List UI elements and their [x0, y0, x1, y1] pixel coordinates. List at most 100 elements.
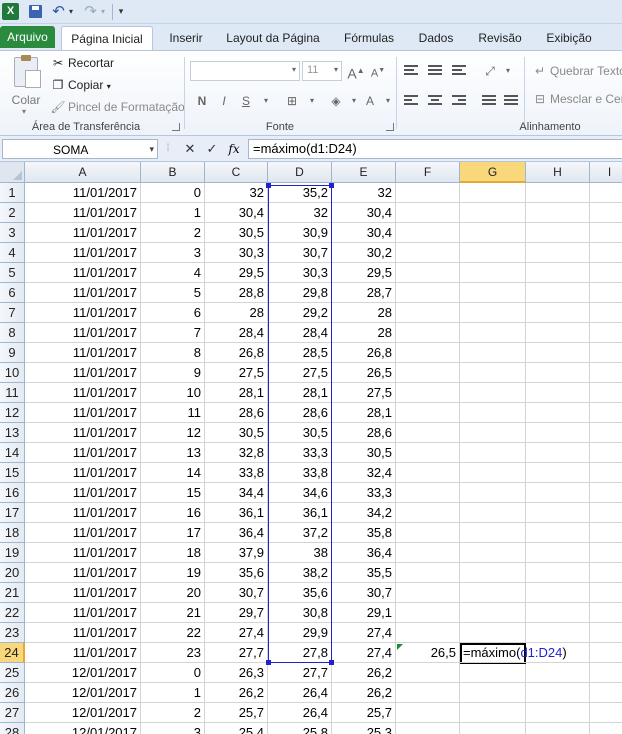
cell-c20[interactable]: 35,6: [205, 563, 268, 583]
cell-a14[interactable]: 11/01/2017: [25, 443, 141, 463]
cell-g15[interactable]: [460, 463, 526, 483]
cell-c21[interactable]: 30,7: [205, 583, 268, 603]
cell-g3[interactable]: [460, 223, 526, 243]
cell-f13[interactable]: [396, 423, 460, 443]
cell-i6[interactable]: [590, 283, 622, 303]
align-middle-icon[interactable]: [428, 65, 442, 77]
cell-a1[interactable]: 11/01/2017: [25, 183, 141, 203]
cell-a17[interactable]: 11/01/2017: [25, 503, 141, 523]
row-header[interactable]: 17: [0, 503, 25, 523]
row-header[interactable]: 1: [0, 183, 25, 203]
row-header[interactable]: 21: [0, 583, 25, 603]
tab-view[interactable]: Exibição: [538, 26, 600, 50]
cell-a2[interactable]: 11/01/2017: [25, 203, 141, 223]
undo-dropdown-icon[interactable]: ▾: [67, 3, 75, 20]
undo-icon[interactable]: ↶: [50, 3, 67, 20]
redo-dropdown-icon[interactable]: ▾: [99, 3, 107, 20]
cell-e6[interactable]: 28,7: [332, 283, 396, 303]
cell-f11[interactable]: [396, 383, 460, 403]
cell-b25[interactable]: 0: [141, 663, 205, 683]
cell-e7[interactable]: 28: [332, 303, 396, 323]
cell-i25[interactable]: [590, 663, 622, 683]
cell-i2[interactable]: [590, 203, 622, 223]
wrap-text-button[interactable]: ↵ Quebrar Texto: [532, 61, 622, 81]
cell-c10[interactable]: 27,5: [205, 363, 268, 383]
cell-g1[interactable]: [460, 183, 526, 203]
cell-d2[interactable]: 32: [268, 203, 332, 223]
tab-data[interactable]: Dados: [410, 26, 462, 50]
cell-a23[interactable]: 11/01/2017: [25, 623, 141, 643]
cell-h19[interactable]: [526, 543, 590, 563]
align-right-icon[interactable]: [452, 95, 466, 107]
cell-b1[interactable]: 0: [141, 183, 205, 203]
cell-h9[interactable]: [526, 343, 590, 363]
cell-b27[interactable]: 2: [141, 703, 205, 723]
cell-i15[interactable]: [590, 463, 622, 483]
cell-e4[interactable]: 30,2: [332, 243, 396, 263]
cell-d27[interactable]: 26,4: [268, 703, 332, 723]
cell-e22[interactable]: 29,1: [332, 603, 396, 623]
cell-e25[interactable]: 26,2: [332, 663, 396, 683]
tab-insert[interactable]: Inserir: [160, 26, 212, 50]
cell-c28[interactable]: 25,4: [205, 723, 268, 734]
row-header[interactable]: 22: [0, 603, 25, 623]
cell-b22[interactable]: 21: [141, 603, 205, 623]
row-header[interactable]: 6: [0, 283, 25, 303]
formula-input[interactable]: =máximo(d1:D24): [248, 139, 622, 159]
cell-d5[interactable]: 30,3: [268, 263, 332, 283]
cell-b2[interactable]: 1: [141, 203, 205, 223]
cell-c11[interactable]: 28,1: [205, 383, 268, 403]
cell-c4[interactable]: 30,3: [205, 243, 268, 263]
cell-a24[interactable]: 11/01/2017: [25, 643, 141, 663]
cell-h3[interactable]: [526, 223, 590, 243]
cell-c26[interactable]: 26,2: [205, 683, 268, 703]
cell-d8[interactable]: 28,4: [268, 323, 332, 343]
cell-a12[interactable]: 11/01/2017: [25, 403, 141, 423]
column-header-e[interactable]: E: [332, 162, 396, 183]
cell-a26[interactable]: 12/01/2017: [25, 683, 141, 703]
cell-f14[interactable]: [396, 443, 460, 463]
cell-c27[interactable]: 25,7: [205, 703, 268, 723]
cell-e9[interactable]: 26,8: [332, 343, 396, 363]
cell-g25[interactable]: [460, 663, 526, 683]
cell-i23[interactable]: [590, 623, 622, 643]
row-header[interactable]: 18: [0, 523, 25, 543]
cell-f10[interactable]: [396, 363, 460, 383]
cell-e8[interactable]: 28: [332, 323, 396, 343]
row-header[interactable]: 5: [0, 263, 25, 283]
cell-d11[interactable]: 28,1: [268, 383, 332, 403]
cell-b4[interactable]: 3: [141, 243, 205, 263]
cell-b8[interactable]: 7: [141, 323, 205, 343]
decrease-indent-icon[interactable]: [482, 95, 496, 107]
cell-b12[interactable]: 11: [141, 403, 205, 423]
cell-h28[interactable]: [526, 723, 590, 734]
name-box[interactable]: SOMA ▾: [2, 139, 158, 159]
merge-center-button[interactable]: ⊟ Mesclar e Cen: [532, 89, 622, 109]
row-header[interactable]: 13: [0, 423, 25, 443]
cell-i18[interactable]: [590, 523, 622, 543]
row-header[interactable]: 20: [0, 563, 25, 583]
cell-a8[interactable]: 11/01/2017: [25, 323, 141, 343]
cell-a19[interactable]: 11/01/2017: [25, 543, 141, 563]
cell-f18[interactable]: [396, 523, 460, 543]
cell-b21[interactable]: 20: [141, 583, 205, 603]
cell-c14[interactable]: 32,8: [205, 443, 268, 463]
cell-e11[interactable]: 27,5: [332, 383, 396, 403]
cell-g27[interactable]: [460, 703, 526, 723]
cell-a21[interactable]: 11/01/2017: [25, 583, 141, 603]
cell-d21[interactable]: 35,6: [268, 583, 332, 603]
cell-g11[interactable]: [460, 383, 526, 403]
cell-f22[interactable]: [396, 603, 460, 623]
cell-h6[interactable]: [526, 283, 590, 303]
cell-b18[interactable]: 17: [141, 523, 205, 543]
cell-c3[interactable]: 30,5: [205, 223, 268, 243]
row-header[interactable]: 14: [0, 443, 25, 463]
column-header-d[interactable]: D: [268, 162, 332, 183]
cell-g2[interactable]: [460, 203, 526, 223]
cell-g7[interactable]: [460, 303, 526, 323]
cell-i19[interactable]: [590, 543, 622, 563]
row-header[interactable]: 19: [0, 543, 25, 563]
tab-review[interactable]: Revisão: [470, 26, 530, 50]
enter-check-icon[interactable]: ✓: [204, 140, 220, 158]
column-header-i[interactable]: I: [590, 162, 622, 183]
